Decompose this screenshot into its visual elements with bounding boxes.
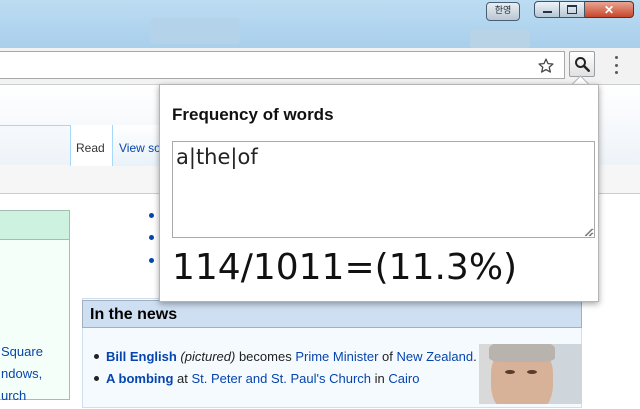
word-frequency-popup: Frequency of words a|the|of 114/1011=(11… bbox=[159, 84, 599, 302]
news-link[interactable]: St. Peter and St. Paul's Church bbox=[191, 371, 371, 386]
close-icon: ✕ bbox=[603, 2, 615, 17]
search-icon bbox=[575, 57, 590, 72]
news-heading: In the news bbox=[82, 300, 582, 328]
more-vert-icon[interactable] bbox=[609, 56, 623, 74]
news-link[interactable]: New Zealand bbox=[396, 349, 473, 364]
news-item: Bill English (pictured) becomes Prime Mi… bbox=[92, 346, 477, 368]
star-icon[interactable] bbox=[537, 57, 555, 75]
ime-toggle-button[interactable]: 한영 bbox=[486, 2, 520, 21]
frequency-result: 114/1011=(11.3%) bbox=[172, 247, 518, 288]
tab-view-source-label: View so bbox=[119, 141, 161, 155]
close-button[interactable]: ✕ bbox=[585, 1, 634, 18]
news-link[interactable]: Bill English bbox=[106, 349, 177, 364]
minimize-icon bbox=[542, 11, 552, 13]
tab-read-label: Read bbox=[76, 141, 105, 155]
background-blur bbox=[470, 30, 530, 48]
news-caption: (pictured) bbox=[180, 349, 236, 364]
news-photo[interactable] bbox=[479, 344, 582, 404]
words-input[interactable]: a|the|of bbox=[172, 141, 595, 238]
maximize-button[interactable] bbox=[560, 1, 585, 18]
maximize-icon bbox=[567, 5, 577, 14]
featured-article-box: Square ndows, urch bbox=[0, 210, 70, 403]
news-text: becomes bbox=[235, 349, 296, 364]
news-link[interactable]: A bombing bbox=[106, 371, 173, 386]
news-text: . bbox=[473, 349, 477, 364]
popup-title: Frequency of words bbox=[172, 105, 334, 124]
window-titlebar: 한영 ✕ bbox=[0, 0, 640, 48]
news-item: A bombing at St. Peter and St. Paul's Ch… bbox=[92, 368, 477, 390]
browser-toolbar bbox=[0, 48, 640, 85]
news-text: in bbox=[371, 371, 389, 386]
left-link[interactable]: Square bbox=[1, 344, 43, 359]
left-link[interactable]: ndows, bbox=[1, 366, 42, 381]
word-frequency-extension-button[interactable] bbox=[569, 51, 595, 77]
news-link[interactable]: Prime Minister bbox=[295, 349, 378, 364]
news-text: at bbox=[173, 371, 192, 386]
tab-read[interactable]: Read bbox=[70, 125, 113, 166]
address-bar[interactable] bbox=[0, 51, 565, 79]
news-text: of bbox=[378, 349, 397, 364]
minimize-button[interactable] bbox=[534, 1, 560, 18]
resize-grip-icon[interactable] bbox=[583, 227, 593, 237]
background-blur bbox=[150, 18, 240, 44]
news-link[interactable]: Cairo bbox=[388, 371, 419, 386]
window-controls: ✕ bbox=[534, 1, 636, 19]
left-link[interactable]: urch bbox=[1, 388, 26, 403]
news-list: Bill English (pictured) becomes Prime Mi… bbox=[92, 346, 477, 390]
